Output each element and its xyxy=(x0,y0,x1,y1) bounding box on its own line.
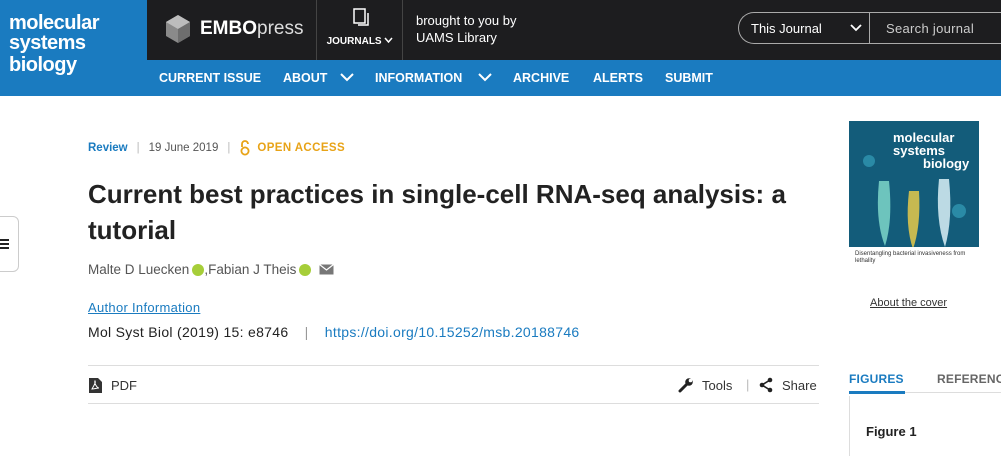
tab-references[interactable]: REFERENCES xyxy=(937,372,1001,386)
meta-separator: | xyxy=(227,142,231,154)
publication-date: 19 June 2019 xyxy=(148,142,219,154)
chevron-down-icon xyxy=(850,24,862,32)
author-information-link[interactable]: Author Information xyxy=(88,300,200,315)
sidebar-toggle[interactable] xyxy=(0,216,19,272)
citation: Mol Syst Biol (2019) 15: e8746 | https:/… xyxy=(88,324,580,340)
search-scope-select[interactable]: This Journal xyxy=(738,12,870,44)
search-placeholder: Search journal xyxy=(886,21,975,36)
author-name[interactable]: Malte D Luecken xyxy=(88,262,189,277)
hexagon-icon xyxy=(166,15,190,43)
publisher-name-bold: EMBO xyxy=(200,18,257,39)
tools-button[interactable]: Tools xyxy=(678,377,732,393)
logo-line: biology xyxy=(9,54,77,76)
tools-label: Tools xyxy=(702,377,733,393)
cover-title: molecular systems biology xyxy=(893,130,970,171)
author-name[interactable]: Fabian J Theis xyxy=(208,262,296,277)
pdf-icon xyxy=(89,378,102,393)
pdf-button[interactable]: PDF xyxy=(88,377,137,394)
search-scope-value: This Journal xyxy=(751,21,822,36)
email-icon[interactable] xyxy=(319,264,335,275)
open-access-badge: OPEN ACCESS xyxy=(257,142,346,154)
institution-name: UAMS Library xyxy=(416,30,497,45)
share-label: Share xyxy=(782,377,817,393)
article-type[interactable]: Review xyxy=(88,142,128,154)
logo-line: molecular xyxy=(9,12,99,34)
publisher-name-light: press xyxy=(257,18,304,39)
journals-label: JOURNALS xyxy=(318,36,402,47)
article-meta: Review | 19 June 2019 | OPEN ACCESS xyxy=(88,140,345,156)
author-list: Malte D Luecken , Fabian J Theis xyxy=(88,262,335,277)
article-title: Current best practices in single-cell RN… xyxy=(88,179,786,245)
nav-item-information[interactable]: INFORMATION xyxy=(375,71,462,85)
wrench-icon xyxy=(678,378,693,393)
main-nav: CURRENT ISSUE ABOUT INFORMATION ARCHIVE … xyxy=(147,60,1001,96)
toolbar-separator: | xyxy=(746,377,750,392)
chevron-down-icon[interactable] xyxy=(340,72,354,82)
embo-press-logo[interactable]: EMBO press xyxy=(164,12,303,46)
orcid-icon[interactable] xyxy=(299,263,312,276)
menu-icon xyxy=(0,239,9,249)
chevron-down-icon[interactable] xyxy=(478,72,492,82)
nav-item-alerts[interactable]: ALERTS xyxy=(593,71,643,85)
citation-separator: | xyxy=(304,324,309,340)
journals-menu-button[interactable]: JOURNALS xyxy=(318,0,402,60)
cover-caption: Disentangling bacterial invasiveness fro… xyxy=(855,251,966,264)
divider xyxy=(316,0,317,60)
journal-cover-image[interactable]: molecular systems biology Disentangling … xyxy=(849,121,979,291)
nav-item-archive[interactable]: ARCHIVE xyxy=(513,71,569,85)
institution-access: brought to you by UAMS Library xyxy=(416,12,516,46)
divider xyxy=(402,0,403,60)
orcid-icon[interactable] xyxy=(192,263,205,276)
about-the-cover-link[interactable]: About the cover xyxy=(870,297,947,309)
logo-line: systems xyxy=(9,32,86,54)
journals-icon xyxy=(353,8,369,26)
open-lock-icon xyxy=(240,140,250,156)
pdf-label: PDF xyxy=(111,378,137,393)
search-input[interactable]: Search journal xyxy=(869,12,1001,44)
citation-text: Mol Syst Biol (2019) 15: e8746 xyxy=(88,324,289,340)
figure-panel[interactable]: Figure 1 xyxy=(849,396,1001,456)
journal-logo[interactable]: molecular systems biology xyxy=(0,0,147,96)
share-icon xyxy=(759,377,773,393)
meta-separator: | xyxy=(136,142,140,154)
article-toolbar: PDF Tools | Share xyxy=(88,365,819,404)
doi-link[interactable]: https://doi.org/10.15252/msb.20188746 xyxy=(325,324,580,340)
chevron-down-icon xyxy=(384,37,393,44)
nav-item-about[interactable]: ABOUT xyxy=(283,71,327,85)
tab-figures[interactable]: FIGURES xyxy=(849,372,904,386)
share-button[interactable]: Share xyxy=(758,377,817,393)
nav-item-current-issue[interactable]: CURRENT ISSUE xyxy=(159,71,261,85)
nav-item-submit[interactable]: SUBMIT xyxy=(665,71,713,85)
access-line: brought to you by xyxy=(416,13,517,28)
figure-label: Figure 1 xyxy=(866,424,917,439)
active-tab-indicator xyxy=(849,391,905,394)
